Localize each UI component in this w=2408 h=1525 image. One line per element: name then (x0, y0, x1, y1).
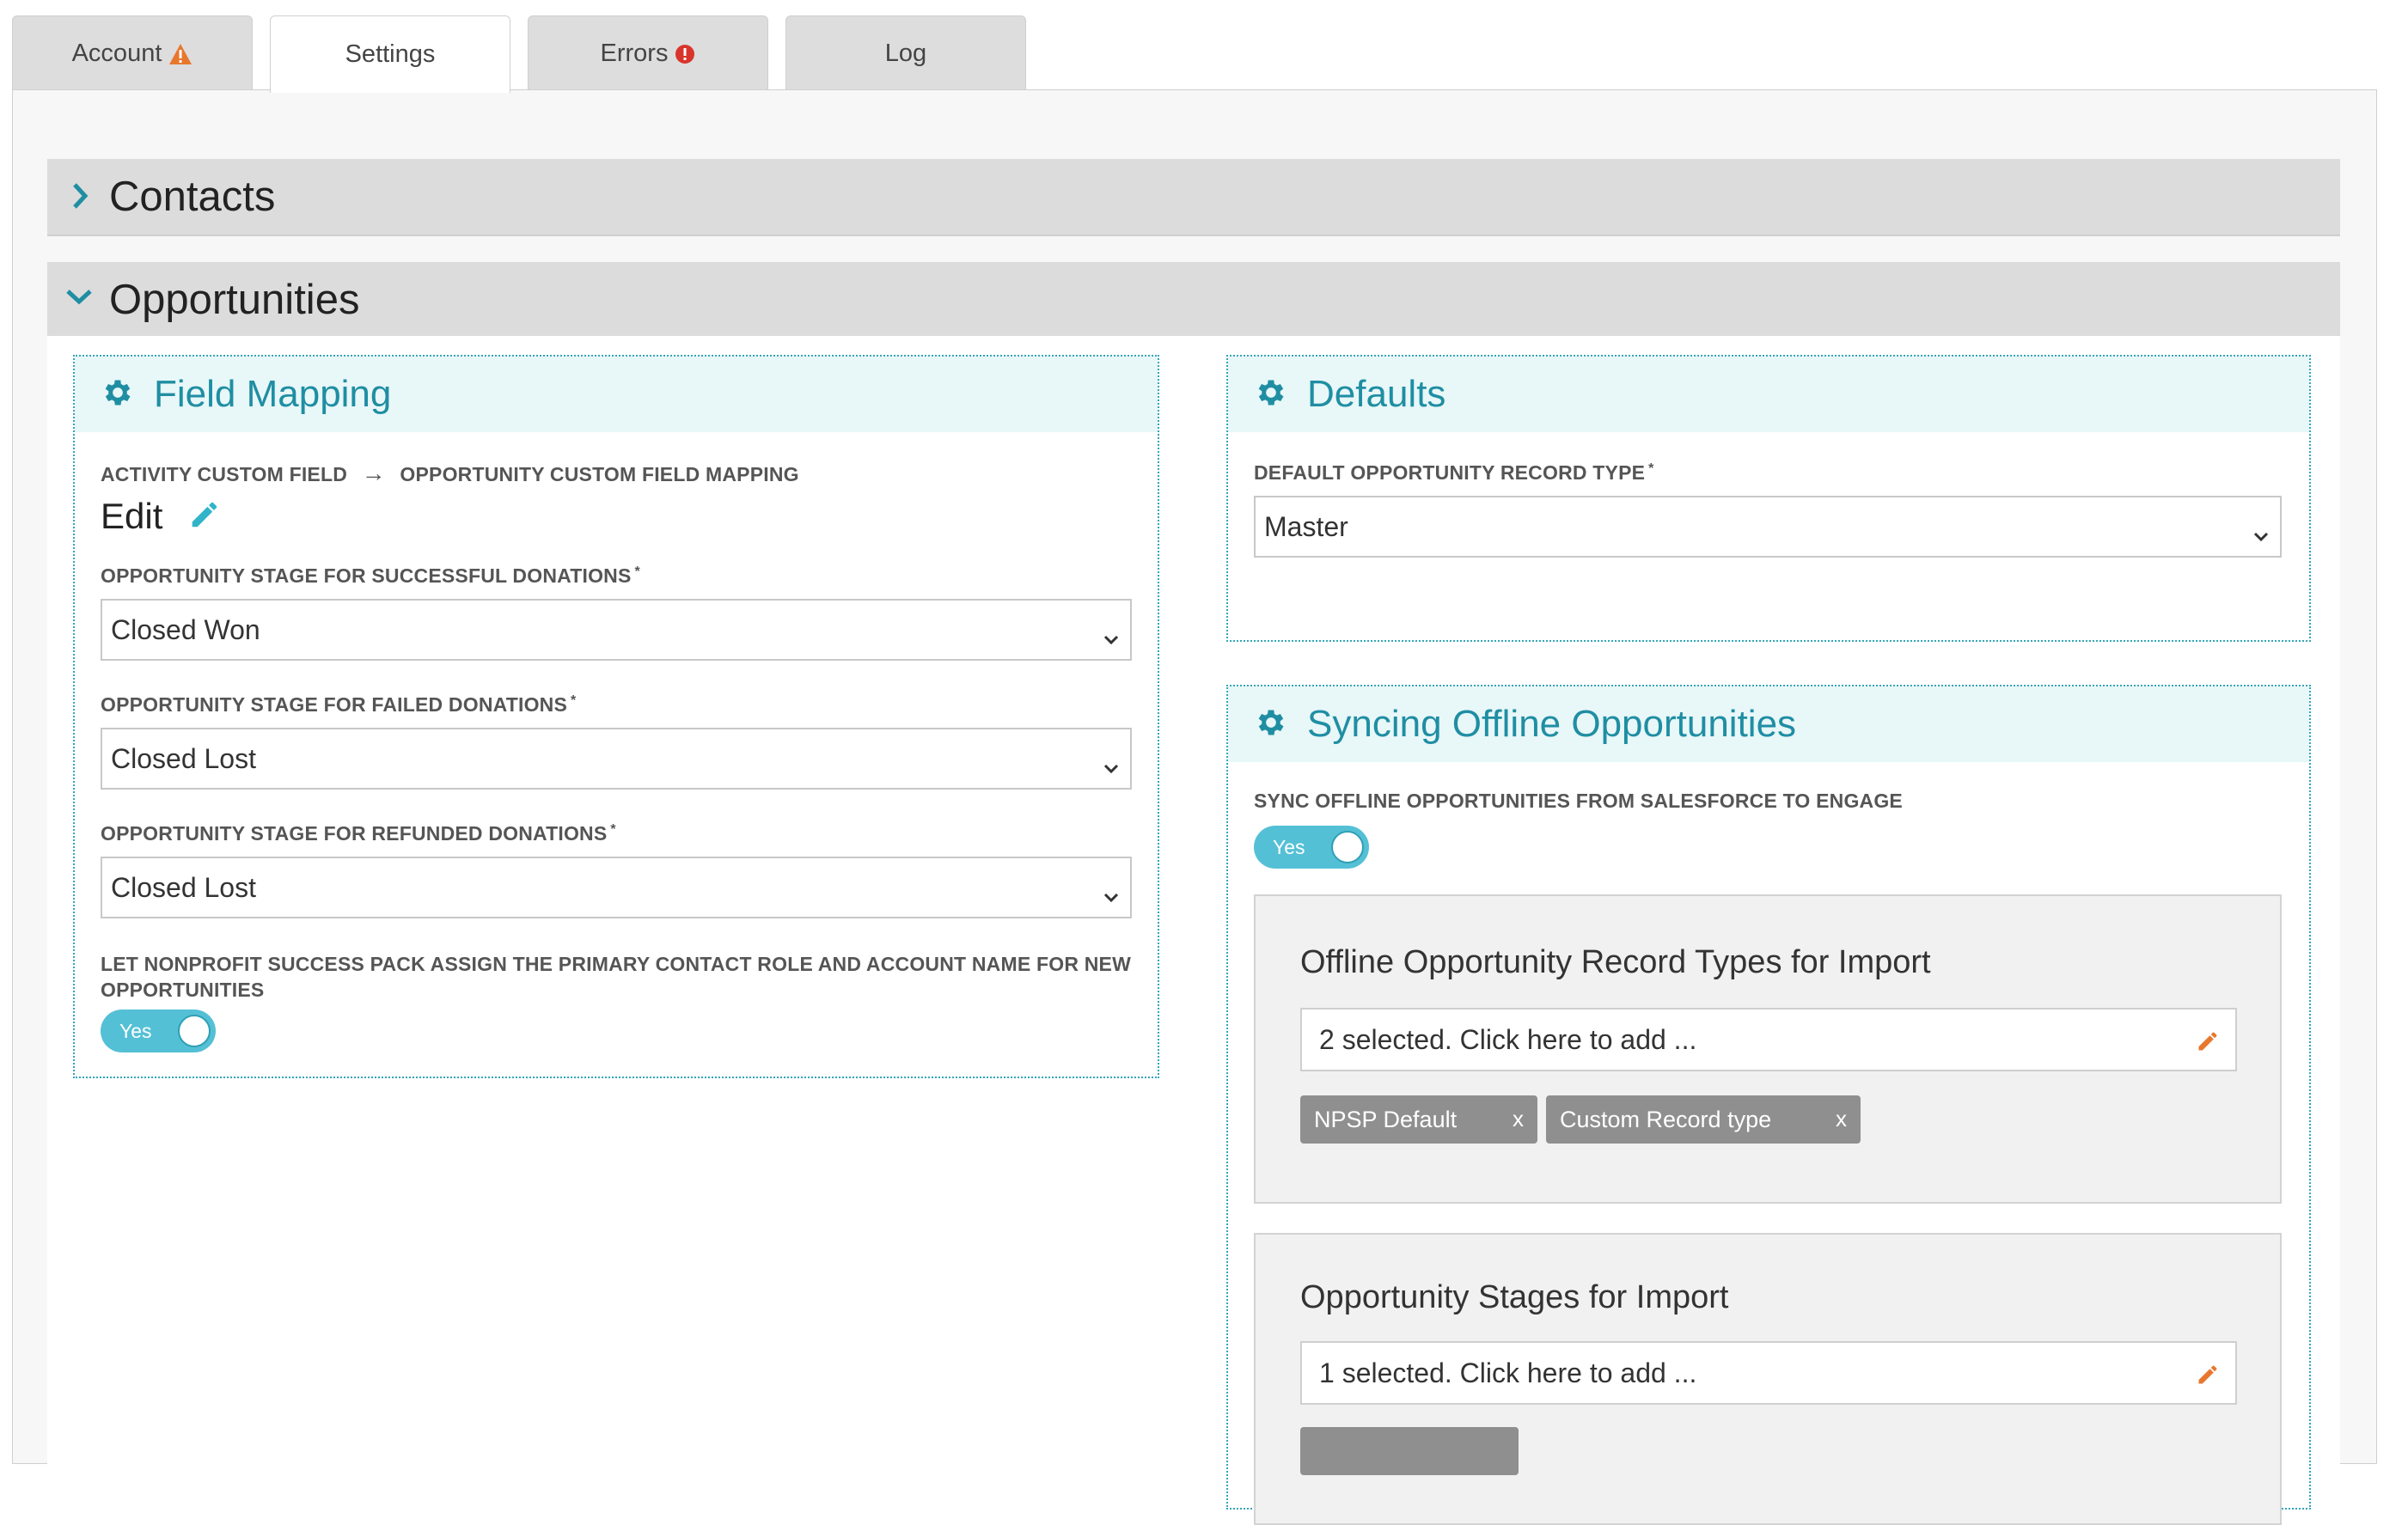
required-marker: * (571, 693, 577, 708)
toggle-label: Yes (1273, 836, 1305, 858)
pencil-icon (188, 498, 221, 540)
record-types-import-title: Offline Opportunity Record Types for Imp… (1300, 944, 1931, 980)
syncing-header: Syncing Offline Opportunities (1228, 686, 2309, 762)
chip-label: Custom Record type (1560, 1106, 1772, 1132)
chip-npsp-default: NPSP Default x (1300, 1095, 1537, 1144)
edit-label: Edit (101, 496, 163, 536)
record-type-select[interactable]: Master (1254, 496, 2282, 558)
gear-icon (1254, 375, 1307, 414)
stages-picker[interactable]: 1 selected. Click here to add ... (1300, 1341, 2237, 1405)
toggle-label: Yes (119, 1020, 152, 1042)
failed-stage-value: Closed Lost (111, 742, 256, 774)
chevron-down-icon (1103, 621, 1120, 653)
tab-settings-label: Settings (345, 40, 436, 68)
pencil-icon (2196, 1028, 2220, 1060)
opportunities-accordion-header[interactable]: Opportunities (47, 262, 2340, 339)
sync-offline-toggle[interactable]: Yes (1254, 826, 1369, 869)
toggle-knob (178, 1015, 211, 1047)
defaults-header: Defaults (1228, 357, 2309, 432)
chip-remove-button[interactable]: x (1836, 1106, 1847, 1132)
successful-stage-label-text: OPPORTUNITY STAGE FOR SUCCESSFUL DONATIO… (101, 564, 632, 587)
required-marker: * (610, 822, 616, 837)
error-icon (675, 44, 695, 64)
record-type-label-text: DEFAULT OPPORTUNITY RECORD TYPE (1254, 461, 1646, 484)
successful-stage-value: Closed Won (111, 613, 260, 645)
tab-account[interactable]: Account (12, 15, 253, 91)
tab-errors[interactable]: Errors (528, 15, 768, 91)
field-mapping-title: Field Mapping (154, 373, 392, 415)
record-types-picker[interactable]: 2 selected. Click here to add ... (1300, 1008, 2237, 1071)
chip-remove-button[interactable]: x (1513, 1106, 1524, 1132)
failed-stage-label: OPPORTUNITY STAGE FOR FAILED DONATIONS * (101, 693, 576, 717)
tab-log[interactable]: Log (785, 15, 1026, 91)
refunded-stage-label: OPPORTUNITY STAGE FOR REFUNDED DONATIONS… (101, 822, 616, 845)
stages-picker-text: 1 selected. Click here to add ... (1319, 1357, 1697, 1388)
record-type-label: DEFAULT OPPORTUNITY RECORD TYPE * (1254, 461, 1654, 485)
successful-stage-label: OPPORTUNITY STAGE FOR SUCCESSFUL DONATIO… (101, 564, 640, 588)
npsp-assign-label: LET NONPROFIT SUCCESS PACK ASSIGN THE PR… (101, 953, 1131, 1001)
chevron-down-icon (1103, 879, 1120, 911)
opportunities-title: Opportunities (109, 277, 360, 323)
chevron-down-icon (1103, 750, 1120, 782)
tab-settings[interactable]: Settings (270, 15, 510, 93)
failed-stage-select[interactable]: Closed Lost (101, 728, 1132, 790)
contacts-accordion-header[interactable]: Contacts (47, 159, 2340, 236)
successful-stage-select[interactable]: Closed Won (101, 599, 1132, 661)
tab-account-label: Account (71, 40, 162, 67)
field-mapping-card: Field Mapping ACTIVITY CUSTOM FIELD → OP… (73, 355, 1159, 1078)
chip-stage (1300, 1427, 1519, 1475)
syncing-title: Syncing Offline Opportunities (1307, 703, 1797, 745)
failed-stage-label-text: OPPORTUNITY STAGE FOR FAILED DONATIONS (101, 693, 568, 716)
sync-offline-label: SYNC OFFLINE OPPORTUNITIES FROM SALESFOR… (1254, 790, 1903, 812)
opportunities-body: Field Mapping ACTIVITY CUSTOM FIELD → OP… (47, 336, 2340, 1525)
mapping-label-left: ACTIVITY CUSTOM FIELD (101, 463, 348, 485)
contacts-title: Contacts (109, 174, 276, 220)
toggle-knob (1331, 831, 1364, 863)
chip-label: NPSP Default (1314, 1106, 1458, 1132)
warning-icon (168, 43, 193, 65)
defaults-title: Defaults (1307, 373, 1446, 415)
defaults-card: Defaults DEFAULT OPPORTUNITY RECORD TYPE… (1226, 355, 2311, 642)
field-mapping-header: Field Mapping (75, 357, 1158, 432)
mapping-label-right: OPPORTUNITY CUSTOM FIELD MAPPING (400, 463, 799, 485)
chip-custom-record-type: Custom Record type x (1546, 1095, 1861, 1144)
arrow-right-icon: → (361, 460, 386, 486)
chevron-down-icon (64, 288, 94, 311)
chevron-down-icon (2252, 518, 2270, 550)
tab-log-label: Log (884, 40, 927, 67)
syncing-card: Syncing Offline Opportunities SYNC OFFLI… (1226, 685, 2311, 1525)
mapping-label: ACTIVITY CUSTOM FIELD → OPPORTUNITY CUST… (101, 460, 799, 487)
gear-icon (101, 375, 154, 414)
required-marker: * (1648, 461, 1654, 476)
refunded-stage-value: Closed Lost (111, 871, 256, 903)
tab-errors-label: Errors (600, 40, 669, 67)
required-marker: * (634, 564, 640, 579)
chevron-right-icon (71, 181, 89, 215)
refunded-stage-label-text: OPPORTUNITY STAGE FOR REFUNDED DONATIONS (101, 822, 608, 845)
pencil-icon (2196, 1362, 2220, 1394)
edit-mapping-link[interactable]: Edit (101, 496, 221, 540)
refunded-stage-select[interactable]: Closed Lost (101, 857, 1132, 918)
stages-import-title: Opportunity Stages for Import (1300, 1279, 1729, 1315)
gear-icon (1254, 705, 1307, 744)
record-types-import-panel: Offline Opportunity Record Types for Imp… (1254, 894, 2282, 1204)
record-types-picker-text: 2 selected. Click here to add ... (1319, 1023, 1697, 1055)
settings-panel: Contacts Opportunities Field Mapping ACT… (12, 89, 2377, 1525)
record-type-value: Master (1264, 510, 1348, 542)
stages-import-panel: Opportunity Stages for Import 1 selected… (1254, 1233, 2282, 1525)
npsp-assign-toggle[interactable]: Yes (101, 1010, 216, 1052)
